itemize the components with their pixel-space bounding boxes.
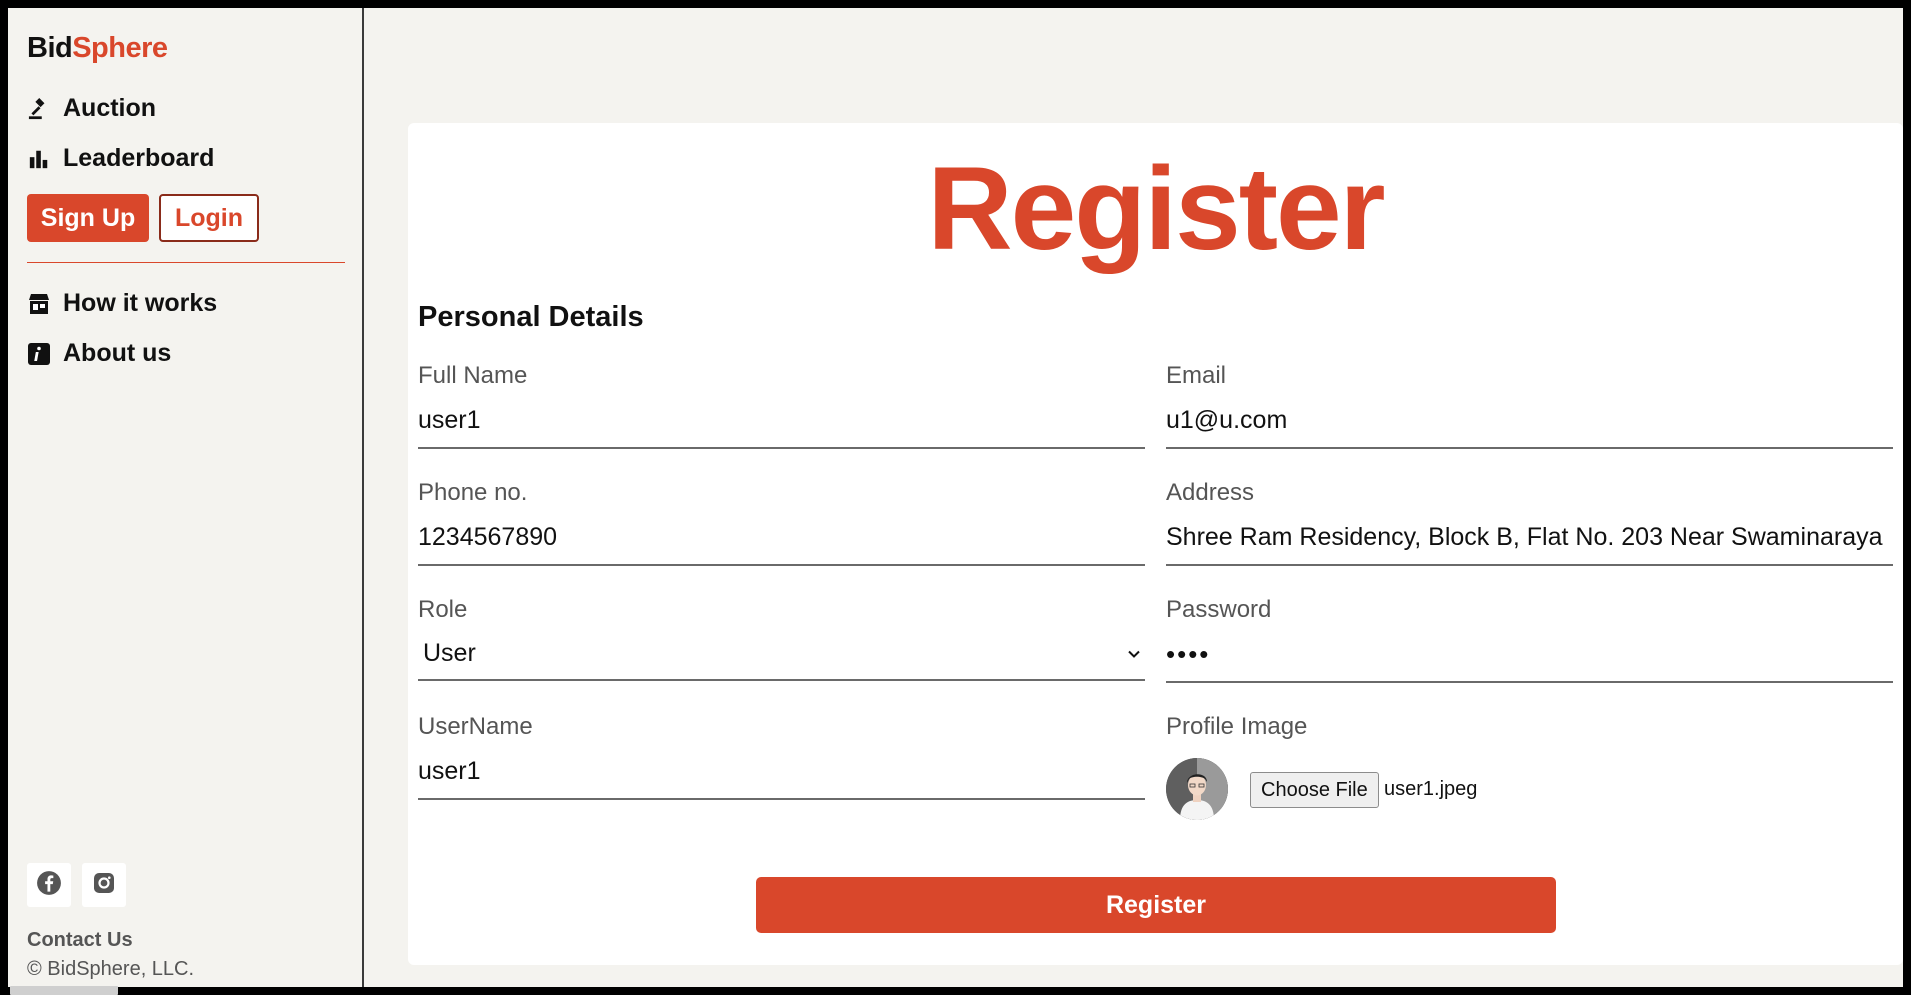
email-input[interactable]: u1@u.com [1166, 401, 1893, 449]
section-heading: Personal Details [418, 301, 644, 333]
address-label: Address [1166, 479, 1255, 506]
email-label: Email [1166, 362, 1227, 389]
avatar [1166, 758, 1228, 820]
sign-up-button[interactable]: Sign Up [27, 194, 149, 242]
password-input[interactable]: •••• [1166, 635, 1893, 683]
choose-file-button[interactable]: Choose File [1250, 772, 1379, 808]
instagram-link[interactable] [82, 863, 126, 907]
sidebar-item-auction[interactable]: Auction [27, 94, 156, 123]
email-field: Email u1@u.com [1166, 361, 1893, 449]
username-input[interactable]: user1 [418, 752, 1145, 800]
role-label: Role [418, 596, 468, 623]
selected-file-name: user1.jpeg [1384, 778, 1478, 800]
username-field: UserName user1 [418, 712, 1145, 800]
sidebar-item-leaderboard[interactable]: Leaderboard [27, 144, 214, 173]
role-selected-value: User [423, 638, 476, 667]
phone-input[interactable]: 1234567890 [418, 518, 1145, 566]
facebook-link[interactable] [27, 863, 71, 907]
brand-prefix: Bid [27, 32, 73, 64]
sidebar-item-about-us[interactable]: About us [27, 339, 171, 368]
brand-logo[interactable]: BidSphere [27, 32, 168, 65]
sidebar-item-label: Leaderboard [63, 144, 215, 172]
full-name-label: Full Name [418, 362, 528, 389]
address-field: Address Shree Ram Residency, Block B, Fl… [1166, 478, 1893, 566]
address-input[interactable]: Shree Ram Residency, Block B, Flat No. 2… [1166, 518, 1893, 566]
info-icon [27, 342, 51, 366]
password-label: Password [1166, 596, 1272, 623]
phone-label: Phone no. [418, 479, 528, 506]
sidebar-item-label: About us [63, 339, 172, 367]
instagram-icon [92, 871, 116, 900]
sidebar-item-how-it-works[interactable]: How it works [27, 289, 217, 318]
store-icon [27, 292, 51, 316]
sidebar-item-label: Auction [63, 94, 157, 122]
sidebar-divider [27, 262, 345, 263]
full-name-field: Full Name user1 [418, 361, 1145, 449]
profile-image-label: Profile Image [1166, 713, 1308, 740]
role-field: Role User [418, 595, 1145, 681]
sidebar-item-label: How it works [63, 289, 218, 317]
register-button[interactable]: Register [756, 877, 1556, 933]
register-card: Register Personal Details Full Name user… [408, 123, 1903, 965]
profile-image-field: Profile Image Choose File user1.jpeg [1166, 712, 1893, 832]
status-tag [10, 986, 118, 995]
brand-accent: Sphere [72, 32, 168, 64]
username-label: UserName [418, 713, 533, 740]
page-title: Register [927, 143, 1385, 275]
gavel-icon [27, 97, 51, 121]
copyright-text: © BidSphere, LLC. [27, 958, 195, 980]
login-button[interactable]: Login [159, 194, 259, 242]
password-field: Password •••• [1166, 595, 1893, 683]
full-name-input[interactable]: user1 [418, 401, 1145, 449]
phone-field: Phone no. 1234567890 [418, 478, 1145, 566]
bar-chart-icon [27, 147, 51, 171]
facebook-icon [36, 870, 62, 901]
contact-us-link[interactable]: Contact Us [27, 929, 133, 952]
chevron-down-icon [1127, 639, 1141, 668]
sidebar: BidSphere Auction Leaderboard Sign Up Lo… [8, 8, 364, 995]
app-window: BidSphere Auction Leaderboard Sign Up Lo… [8, 8, 1903, 995]
role-select[interactable]: User [418, 633, 1145, 681]
